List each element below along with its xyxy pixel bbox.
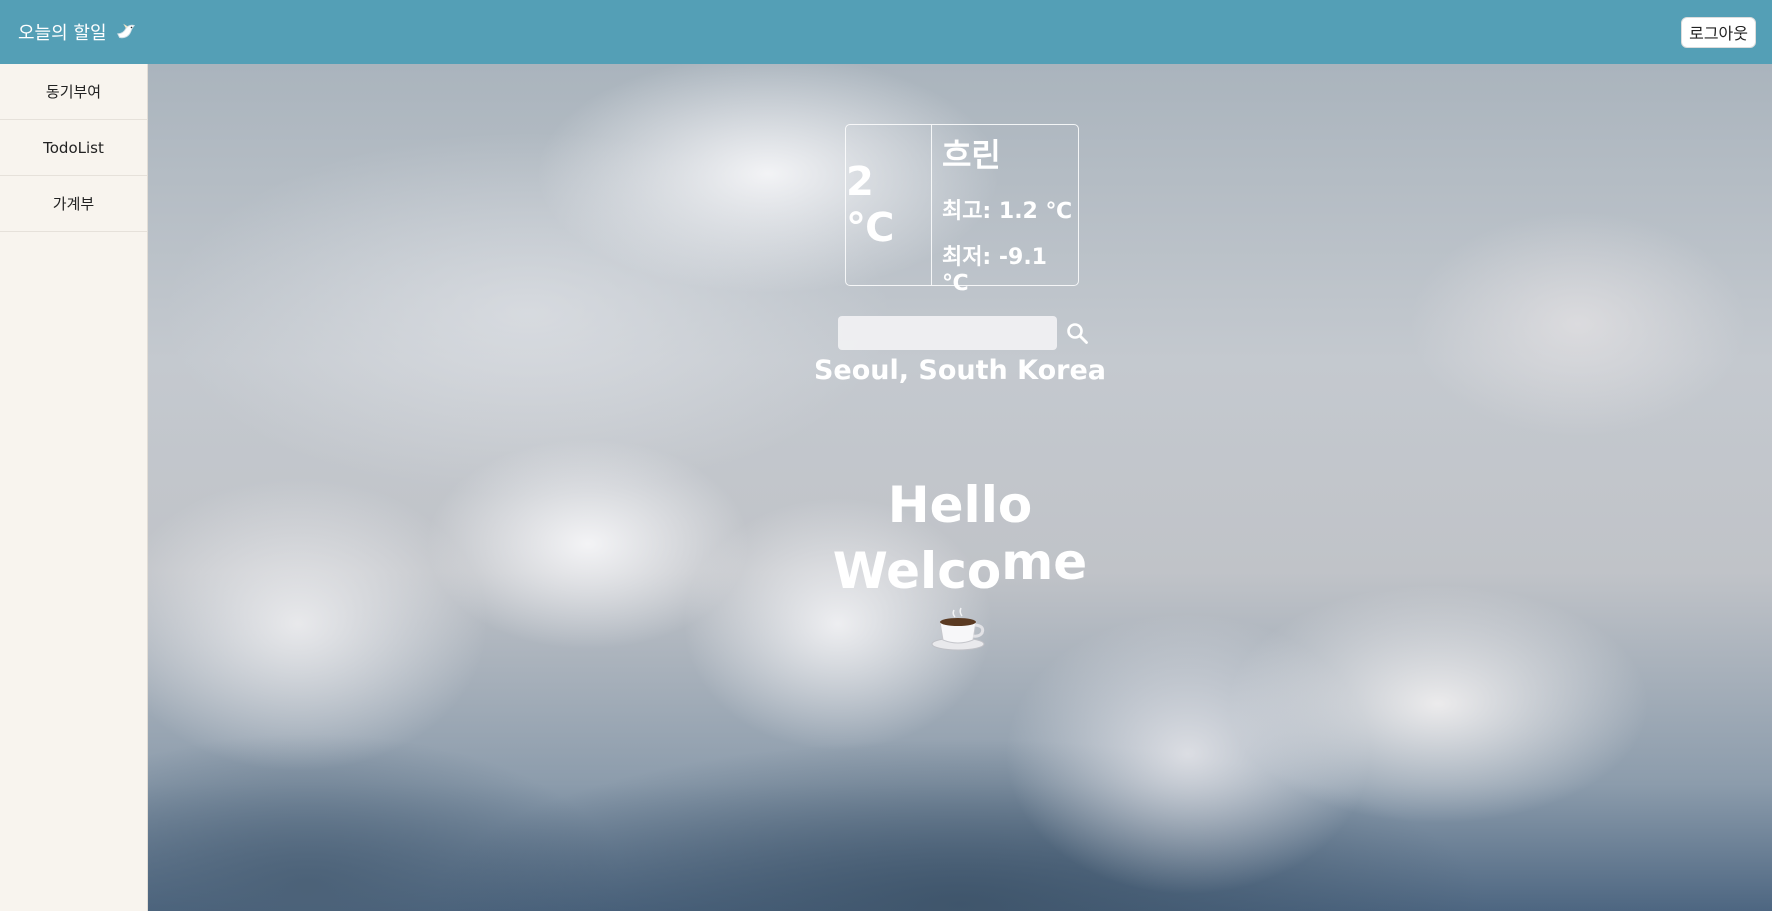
city-search <box>838 316 1098 350</box>
search-icon[interactable] <box>1065 321 1089 345</box>
sidebar-item-motivation[interactable]: 동기부여 <box>0 64 147 120</box>
weather-description: 흐린 <box>941 136 1001 174</box>
sidebar: 동기부여 TodoList 가계부 <box>0 64 148 911</box>
location-label: Seoul, South Korea <box>813 355 1107 386</box>
greeting-welcome: Welcome <box>760 533 1160 600</box>
max-temperature: 최고: 1.2 ℃ <box>941 199 1073 224</box>
main-content: 2 ℃ 흐린 최고: 1.2 ℃ 최저: -9.1 ℃ Seoul, South… <box>148 64 1772 911</box>
brand[interactable]: 오늘의 할일 <box>18 19 137 45</box>
coffee-cup-icon <box>931 607 985 651</box>
weather-card: 2 ℃ 흐린 최고: 1.2 ℃ 최저: -9.1 ℃ <box>845 124 1079 296</box>
logout-button[interactable]: 로그아웃 <box>1681 16 1756 48</box>
app-title: 오늘의 할일 <box>18 23 107 44</box>
greeting-welcome-part1: Welco <box>832 542 1002 600</box>
current-temperature: 2 ℃ <box>846 125 932 285</box>
city-search-input[interactable] <box>838 316 1057 350</box>
greeting-welcome-part2: me <box>1001 533 1088 591</box>
sidebar-item-account-book[interactable]: 가계부 <box>0 176 147 232</box>
top-bar: 오늘의 할일 로그아웃 <box>0 0 1772 64</box>
sidebar-item-todolist[interactable]: TodoList <box>0 120 147 176</box>
dove-icon <box>116 23 135 39</box>
min-temperature: 최저: -9.1 ℃ <box>941 245 1047 296</box>
weather-info: 흐린 최고: 1.2 ℃ 최저: -9.1 ℃ <box>932 125 1078 296</box>
greeting-hello: Hello <box>887 476 1033 534</box>
